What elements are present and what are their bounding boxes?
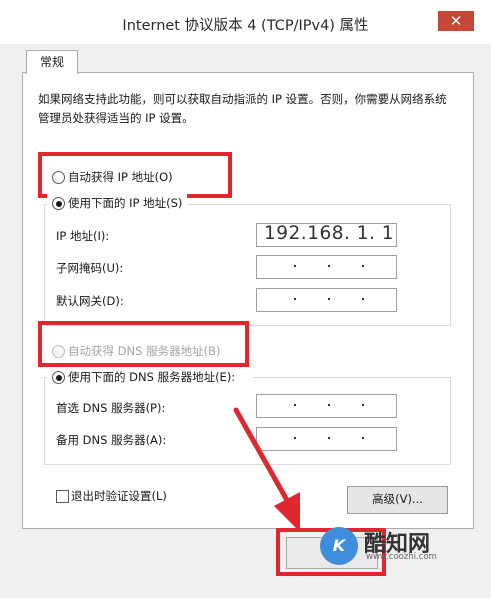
radio-auto-ip-label[interactable]: 自动获得 IP 地址(O) (68, 169, 173, 185)
ip-address-field[interactable]: 192.168. 1. 1 (256, 223, 397, 247)
dns-group-box (44, 377, 451, 465)
subnet-mask-label: 子网掩码(U): (56, 261, 124, 275)
window-title: Internet 协议版本 4 (TCP/IPv4) 属性 (122, 18, 369, 34)
ip-address-label: IP 地址(I): (56, 229, 110, 243)
radio-manual-ip[interactable] (52, 197, 65, 210)
alternate-dns-label: 备用 DNS 服务器(A): (56, 433, 167, 447)
alternate-dns-field[interactable] (256, 427, 397, 451)
watermark-logo: K (320, 527, 358, 565)
radio-auto-dns-label[interactable]: 自动获得 DNS 服务器地址(B) (68, 343, 220, 359)
tab-general-label: 常规 (39, 55, 64, 69)
subnet-mask-field[interactable] (256, 255, 397, 279)
tab-general[interactable]: 常规 (26, 50, 78, 74)
gateway-label: 默认网关(D): (56, 294, 124, 308)
radio-auto-ip[interactable] (52, 171, 65, 184)
watermark-url: www.coozhi.com (366, 552, 437, 562)
description-text: 如果网络支持此功能，则可以获取自动指派的 IP 设置。否则，你需要从网络系统管理… (38, 92, 447, 125)
preferred-dns-field[interactable] (256, 394, 397, 418)
radio-manual-dns[interactable] (52, 371, 65, 384)
ip-address-value: 192.168. 1. 1 (264, 223, 395, 244)
radio-manual-ip-label[interactable]: 使用下面的 IP 地址(S) (68, 195, 182, 211)
watermark-logo-letter: K (332, 536, 346, 555)
advanced-button[interactable]: 高级(V)... (347, 486, 448, 514)
validate-checkbox[interactable] (56, 490, 69, 503)
close-button[interactable]: ✕ (438, 11, 474, 31)
radio-manual-dns-label[interactable]: 使用下面的 DNS 服务器地址(E): (68, 369, 235, 385)
gateway-field[interactable] (256, 288, 397, 312)
validate-checkbox-label[interactable]: 退出时验证设置(L) (71, 488, 167, 504)
radio-auto-dns[interactable] (52, 345, 65, 358)
preferred-dns-label: 首选 DNS 服务器(P): (56, 401, 166, 415)
close-icon[interactable]: ✕ (438, 11, 474, 31)
